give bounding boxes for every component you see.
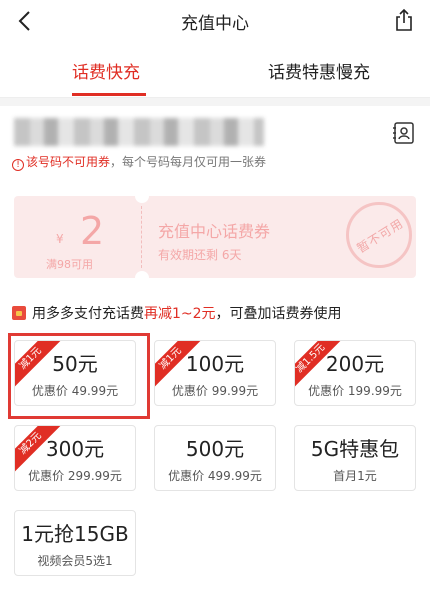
option-amount: 100元 xyxy=(185,352,245,376)
recharge-option-5g-package[interactable]: 5G特惠包 首月1元 xyxy=(294,425,416,491)
option-price: 优惠价 199.99元 xyxy=(308,384,402,398)
phone-bill-coupon: ¥ 2 满98可用 充值中心话费券 有效期还剩 6天 暂不可用 xyxy=(14,189,416,285)
section-divider xyxy=(0,98,430,106)
tab-bar: 话费快充 话费特惠慢充 xyxy=(0,42,430,98)
unavailable-stamp: 暂不可用 xyxy=(346,202,412,268)
option-price: 优惠价 499.99元 xyxy=(168,469,262,483)
payment-promo: 用多多支付充话费再减1~2元，可叠加话费券使用 xyxy=(12,303,342,323)
page-title: 充值中心 xyxy=(181,14,249,34)
coupon-amount: 2 xyxy=(80,209,105,253)
option-amount: 1元抢15GB xyxy=(21,522,129,546)
phone-number-input[interactable] xyxy=(14,118,264,146)
coupon-name: 充值中心话费券 xyxy=(158,222,271,241)
option-price: 优惠价 99.99元 xyxy=(171,384,259,398)
contacts-icon[interactable] xyxy=(392,121,416,145)
coupon-warning: ! 该号码不可用券，每个号码每月仅可用一张券 xyxy=(12,153,266,171)
option-amount: 300元 xyxy=(45,437,105,461)
recharge-option-500[interactable]: 500元 优惠价 499.99元 xyxy=(154,425,276,491)
header: 充值中心 xyxy=(0,0,430,42)
share-icon[interactable] xyxy=(392,8,416,32)
active-tab-indicator xyxy=(72,93,146,96)
option-amount: 200元 xyxy=(325,352,385,376)
warning-icon: ! xyxy=(12,159,24,171)
recharge-option-15gb[interactable]: 1元抢15GB 视频会员5选1 xyxy=(14,510,136,576)
option-price: 视频会员5选1 xyxy=(37,554,113,568)
recharge-option-300[interactable]: 减2元 300元 优惠价 299.99元 xyxy=(14,425,136,491)
option-price: 首月1元 xyxy=(333,469,377,483)
coupon-condition: 满98可用 xyxy=(46,258,93,271)
option-price: 优惠价 299.99元 xyxy=(28,469,122,483)
coupon-validity: 有效期还剩 6天 xyxy=(158,248,242,262)
wallet-icon xyxy=(12,306,26,320)
recharge-option-100[interactable]: 减1元 100元 优惠价 99.99元 xyxy=(154,340,276,406)
coupon-currency: ¥ xyxy=(56,232,64,246)
option-amount: 5G特惠包 xyxy=(310,437,400,461)
selection-highlight-box xyxy=(8,333,150,419)
tab-fast-recharge[interactable]: 话费快充 xyxy=(72,58,140,83)
recharge-option-200[interactable]: 减1.5元 200元 优惠价 199.99元 xyxy=(294,340,416,406)
tab-discount-slow-recharge[interactable]: 话费特惠慢充 xyxy=(268,58,370,83)
option-amount: 500元 xyxy=(185,437,245,461)
